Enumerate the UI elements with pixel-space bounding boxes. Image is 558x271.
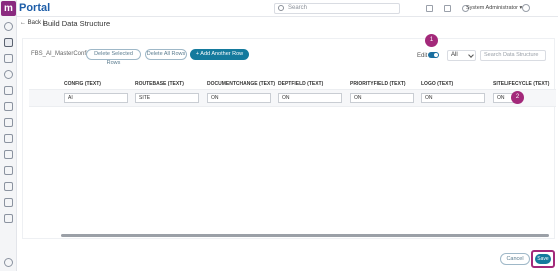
help-icon[interactable] (4, 258, 13, 267)
edit-icon[interactable] (4, 166, 13, 175)
step-marker: 1 (425, 34, 438, 47)
column-header: ROUTEBASE (TEXT) (135, 81, 184, 87)
column-header: DOCUMENTCHANGE (TEXT) (207, 81, 276, 87)
home-icon[interactable] (4, 22, 13, 31)
sidebar: m (0, 0, 17, 271)
edit-label: Edit (417, 53, 428, 59)
back-label: Back (27, 20, 42, 26)
delete-all-rows-button[interactable]: Delete All Rows (145, 49, 187, 60)
delete-selected-rows-button[interactable]: Delete Selected Rows (86, 49, 141, 66)
table-cell-input[interactable]: ON (350, 93, 414, 103)
grid-icon[interactable] (4, 38, 13, 47)
brand-title: Portal (19, 2, 51, 14)
warning-icon[interactable] (4, 150, 13, 159)
power-icon[interactable] (522, 4, 530, 12)
data-structure-search-input[interactable]: Search Data Structure (480, 50, 546, 61)
app-logo[interactable]: m (1, 1, 16, 16)
graduation-icon[interactable] (4, 86, 13, 95)
column-header: DEPTFIELD (TEXT) (278, 81, 324, 87)
document-icon[interactable] (4, 198, 13, 207)
clipboard-icon[interactable] (4, 134, 13, 143)
grid-menu-icon[interactable] (444, 5, 451, 12)
step-marker: 2 (511, 91, 524, 104)
table-cell-input[interactable]: AI (64, 93, 128, 103)
edit-toggle[interactable] (428, 52, 439, 58)
folder-open-icon[interactable] (4, 102, 13, 111)
compass-icon[interactable] (4, 70, 13, 79)
settings-icon[interactable] (4, 214, 13, 223)
table-cell-input[interactable]: ON (421, 93, 485, 103)
calendar-icon[interactable] (4, 118, 13, 127)
horizontal-scrollbar[interactable] (61, 234, 549, 237)
chart-icon[interactable] (4, 182, 13, 191)
send-icon[interactable] (426, 5, 433, 12)
save-button[interactable]: Save (535, 254, 551, 264)
table-cell-input[interactable]: SITE (135, 93, 199, 103)
config-name: FBS_AI_MasterConfig (31, 51, 91, 57)
data-structure-card: FBS_AI_MasterConfig Delete Selected Rows… (22, 38, 556, 239)
column-header: SITELIFECYCLE (TEXT) (493, 81, 550, 87)
add-row-button[interactable]: + Add Another Row (190, 49, 249, 60)
back-link[interactable]: ← Back | (20, 20, 44, 26)
save-highlight: Save (531, 250, 555, 268)
user-menu[interactable]: System Administrator ▾ (466, 5, 522, 11)
cancel-button[interactable]: Cancel (500, 253, 530, 265)
folder-icon[interactable] (4, 54, 13, 63)
table-cell-input[interactable]: ON (207, 93, 271, 103)
column-header: LOGO (TEXT) (421, 81, 454, 87)
table-cell-input[interactable]: ON (278, 93, 342, 103)
column-header: PRIORITYFIELD (TEXT) (350, 81, 406, 87)
page-title: Build Data Structure (43, 19, 111, 28)
global-search-input[interactable]: Search (274, 3, 400, 14)
column-header: CONFIG (TEXT) (64, 81, 101, 87)
